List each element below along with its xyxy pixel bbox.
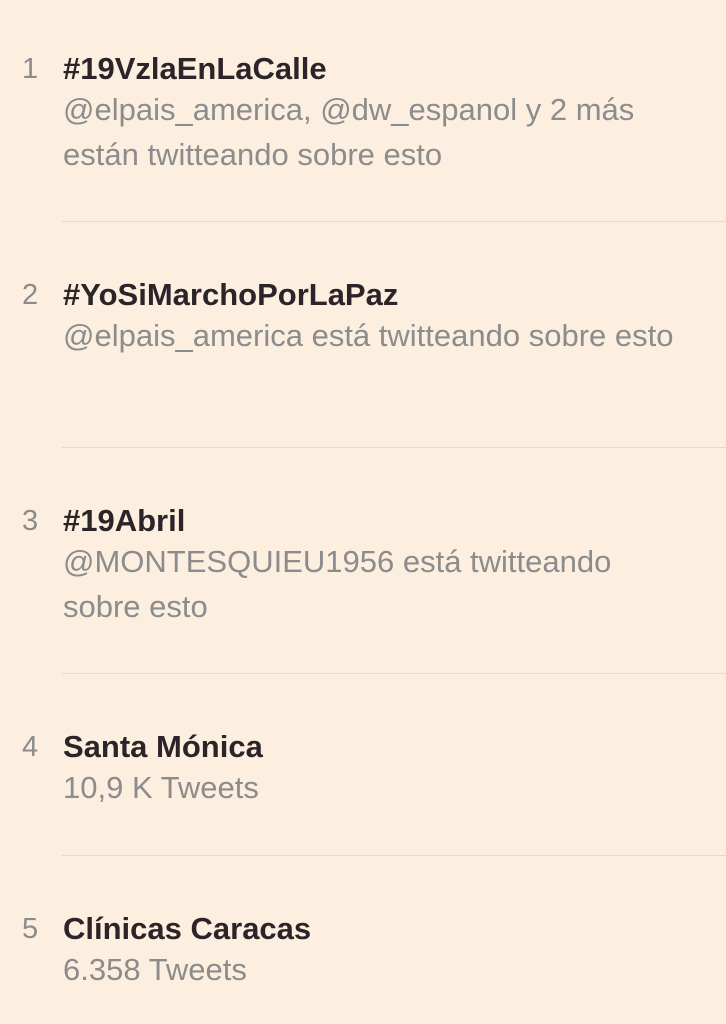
trend-name[interactable]: Clínicas Caracas bbox=[63, 911, 683, 947]
divider bbox=[62, 673, 726, 674]
trend-text: Santa Mónica 10,9 K Tweets bbox=[63, 729, 683, 810]
trend-text: Clínicas Caracas 6.358 Tweets bbox=[63, 911, 683, 992]
trend-context: 10,9 K Tweets bbox=[63, 770, 259, 805]
trend-text: #19Abril @MONTESQUIEU1956 está twitteand… bbox=[63, 503, 683, 629]
trend-rank: 4 bbox=[22, 731, 39, 763]
trend-text: #19VzlaEnLaCalle @elpais_america, @dw_es… bbox=[63, 51, 683, 177]
trends-list: 1 #19VzlaEnLaCalle @elpais_america, @dw_… bbox=[0, 0, 726, 1024]
trend-context: @elpais_america está twitteando sobre es… bbox=[63, 318, 674, 353]
divider bbox=[62, 221, 726, 222]
divider bbox=[62, 855, 726, 856]
trend-text: #YoSiMarchoPorLaPaz @elpais_america está… bbox=[63, 277, 683, 358]
trend-name[interactable]: #19Abril bbox=[63, 503, 683, 539]
trend-rank: 5 bbox=[22, 913, 39, 945]
trend-rank: 3 bbox=[22, 505, 39, 537]
divider bbox=[62, 447, 726, 448]
trend-context: 6.358 Tweets bbox=[63, 952, 247, 987]
trend-rank: 1 bbox=[22, 53, 39, 85]
trend-rank: 2 bbox=[22, 279, 39, 311]
trend-context: @MONTESQUIEU1956 está twitteando sobre e… bbox=[63, 544, 612, 624]
trend-context: @elpais_america, @dw_espanol y 2 más est… bbox=[63, 92, 635, 172]
trend-name[interactable]: #YoSiMarchoPorLaPaz bbox=[63, 277, 683, 313]
trend-name[interactable]: #19VzlaEnLaCalle bbox=[63, 51, 683, 87]
trend-name[interactable]: Santa Mónica bbox=[63, 729, 683, 765]
